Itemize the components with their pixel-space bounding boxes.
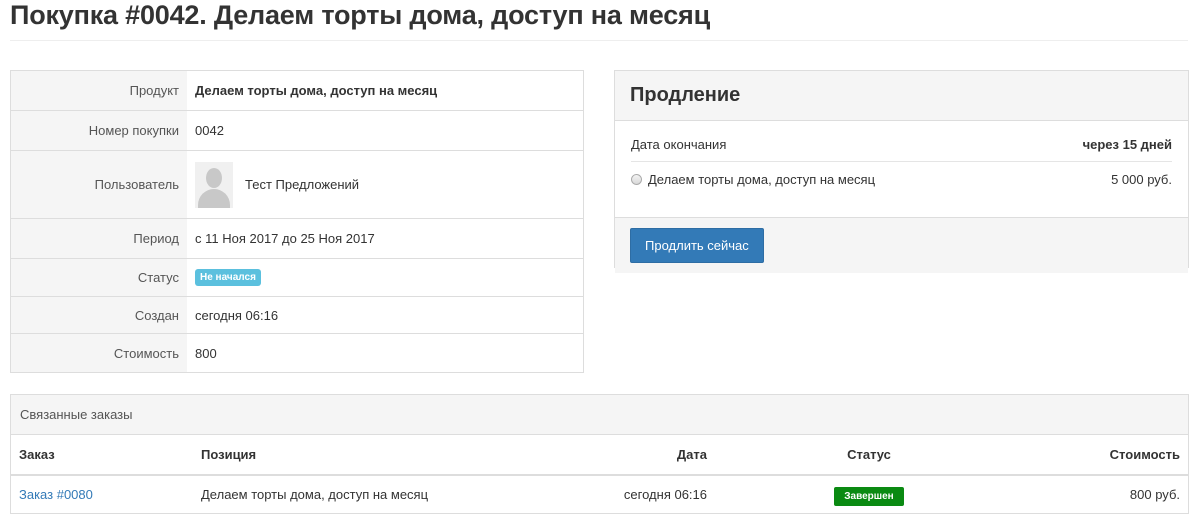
col-status: Статус: [715, 435, 1023, 476]
order-cell: Заказ #0080: [11, 475, 193, 513]
renewal-title: Продление: [615, 71, 1188, 121]
renewal-option[interactable]: Делаем торты дома, доступ на месяц: [631, 172, 875, 187]
end-date-label: Дата окончания: [631, 136, 727, 152]
status-badge: Не начался: [195, 269, 261, 286]
order-link[interactable]: Заказ #0080: [19, 487, 93, 502]
related-orders-panel: Связанные заказы Заказ Позиция Дата Стат…: [10, 394, 1189, 514]
radio-button[interactable]: [631, 174, 642, 185]
renewal-body: Дата окончания через 15 дней Делаем торт…: [615, 127, 1188, 217]
details-row-user: Пользователь Тест Предложений: [11, 150, 583, 218]
end-date-value: через 15 дней: [1082, 136, 1172, 152]
row-label: Номер покупки: [11, 111, 187, 150]
user-value: Тест Предложений: [187, 161, 583, 208]
date-cell: сегодня 06:16: [623, 487, 707, 502]
details-row-created: Создан сегодня 06:16: [11, 296, 583, 333]
details-row-status: Статус Не начался: [11, 258, 583, 296]
renew-now-button[interactable]: Продлить сейчас: [630, 228, 764, 263]
product-value: Делаем торты дома, доступ на месяц: [195, 83, 438, 98]
purchase-number-value: 0042: [195, 123, 224, 138]
period-value: с 11 Ноя 2017 до 25 Ноя 2017: [195, 231, 375, 246]
row-label: Период: [11, 219, 187, 258]
col-date: Дата: [555, 435, 715, 476]
col-cost: Стоимость: [1023, 435, 1188, 476]
item-cell: Делаем торты дома, доступ на месяц: [201, 487, 429, 502]
row-label: Стоимость: [11, 334, 187, 372]
row-label: Продукт: [11, 71, 187, 110]
row-label: Статус: [11, 259, 187, 296]
details-row-product: Продукт Делаем торты дома, доступ на мес…: [11, 71, 583, 110]
details-row-number: Номер покупки 0042: [11, 110, 583, 150]
cost-value: 800: [195, 345, 217, 361]
avatar: [195, 161, 233, 208]
page-title: Покупка #0042. Делаем торты дома, доступ…: [10, 0, 710, 30]
details-row-period: Период с 11 Ноя 2017 до 25 Ноя 2017: [11, 218, 583, 258]
end-date-row: Дата окончания через 15 дней: [631, 127, 1172, 162]
title-divider: [10, 40, 1188, 41]
order-status-badge: Завершен: [834, 487, 904, 506]
created-value: сегодня 06:16: [195, 307, 279, 323]
col-order: Заказ: [11, 435, 193, 476]
row-label: Пользователь: [11, 151, 187, 218]
renewal-option-row[interactable]: Делаем торты дома, доступ на месяц 5 000…: [631, 162, 1172, 197]
table-row: Заказ #0080 Делаем торты дома, доступ на…: [11, 475, 1188, 513]
renewal-footer: Продлить сейчас: [615, 217, 1188, 273]
user-name: Тест Предложений: [245, 177, 360, 192]
table-header-row: Заказ Позиция Дата Статус Стоимость: [11, 435, 1188, 476]
orders-table: Заказ Позиция Дата Статус Стоимость Зака…: [11, 435, 1188, 513]
renewal-option-price: 5 000 руб.: [1111, 172, 1172, 187]
renewal-panel: Продление Дата окончания через 15 дней Д…: [614, 70, 1189, 273]
status-cell: Завершен: [715, 475, 1023, 513]
details-row-cost: Стоимость 800: [11, 333, 583, 372]
purchase-details-table: Продукт Делаем торты дома, доступ на мес…: [10, 70, 584, 373]
col-item: Позиция: [193, 435, 555, 476]
related-orders-title: Связанные заказы: [11, 395, 1188, 435]
status-value: Не начался: [187, 269, 583, 286]
renewal-option-label: Делаем торты дома, доступ на месяц: [648, 172, 876, 187]
cost-cell: 800 руб.: [1129, 487, 1180, 502]
row-label: Создан: [11, 297, 187, 333]
